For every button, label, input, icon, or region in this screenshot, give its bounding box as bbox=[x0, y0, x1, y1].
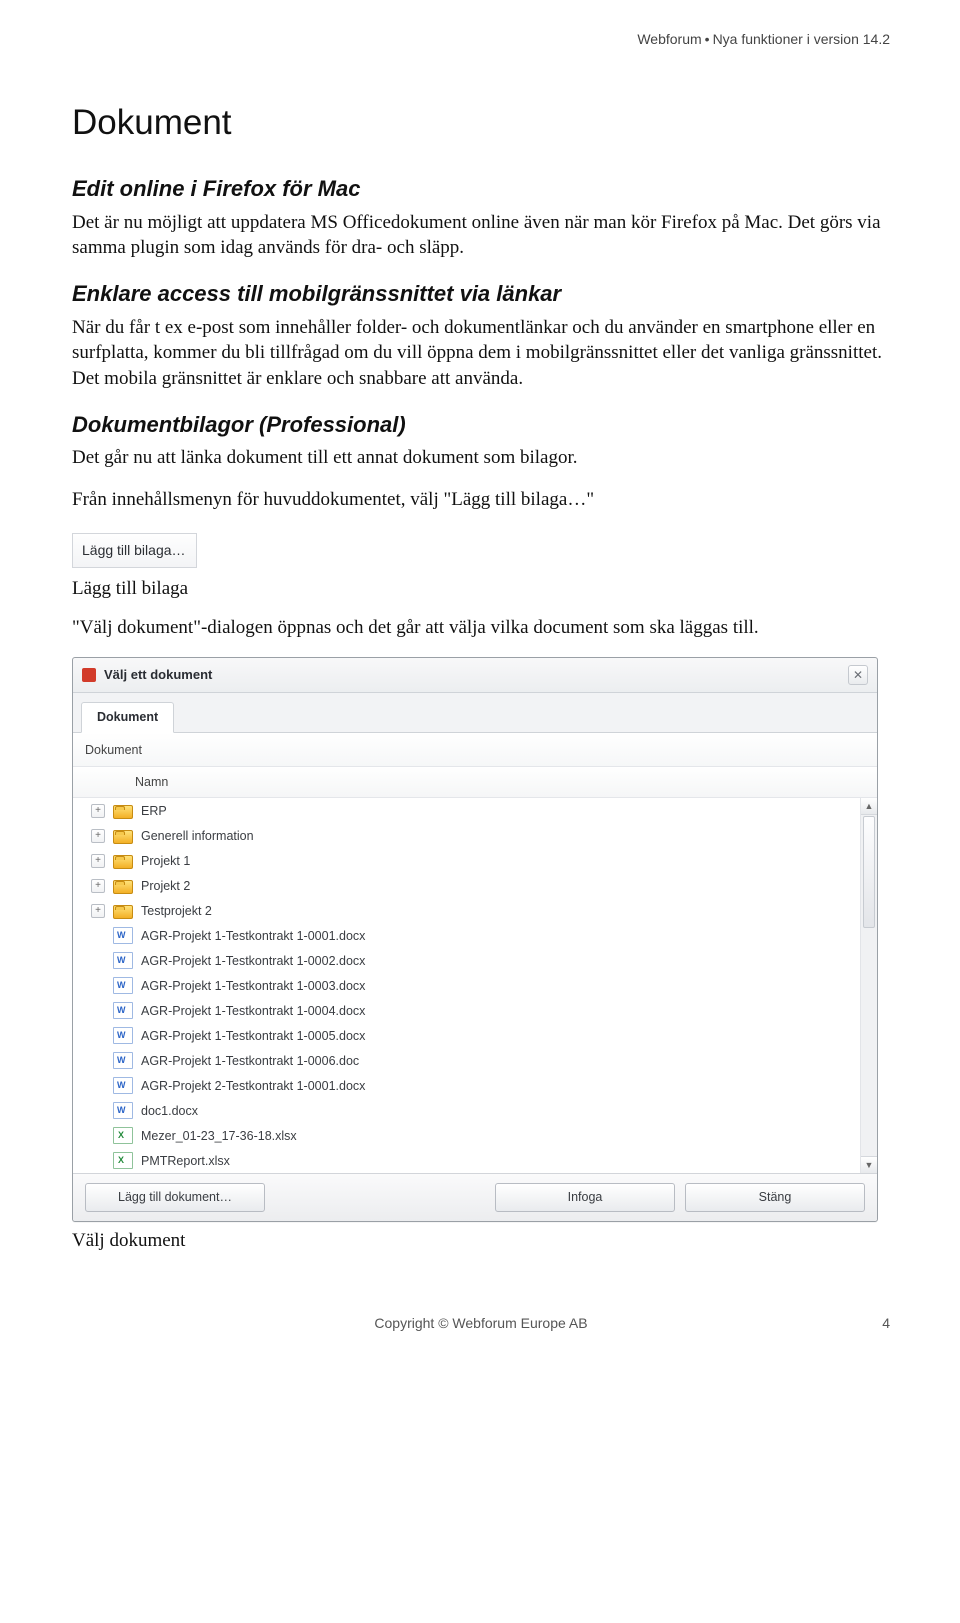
button-label: Lägg till dokument… bbox=[118, 1190, 232, 1204]
tree-file-row[interactable]: +AGR-Projekt 1-Testkontrakt 1-0003.docx bbox=[73, 973, 877, 998]
tree-folder-row[interactable]: + Generell information bbox=[73, 823, 877, 848]
word-file-icon bbox=[113, 1077, 133, 1094]
word-file-icon bbox=[113, 952, 133, 969]
section-label: Dokument bbox=[73, 733, 877, 767]
dialog-title: Välj ett dokument bbox=[104, 666, 848, 684]
button-label: Stäng bbox=[759, 1190, 792, 1204]
menu-item-add-attachment[interactable]: Lägg till bilaga… bbox=[72, 533, 197, 568]
row-label: Projekt 1 bbox=[141, 853, 190, 870]
expand-icon[interactable]: + bbox=[91, 829, 105, 843]
tree-folder-row[interactable]: + Projekt 2 bbox=[73, 873, 877, 898]
word-file-icon bbox=[113, 977, 133, 994]
header-product: Webforum bbox=[637, 31, 701, 47]
running-header: Webforum•Nya funktioner i version 14.2 bbox=[72, 30, 890, 49]
row-label: AGR-Projekt 1-Testkontrakt 1-0003.docx bbox=[141, 978, 365, 995]
excel-file-icon bbox=[113, 1152, 133, 1169]
row-label: Generell information bbox=[141, 828, 254, 845]
row-label: AGR-Projekt 2-Testkontrakt 1-0001.docx bbox=[141, 1078, 365, 1095]
word-file-icon bbox=[113, 1052, 133, 1069]
word-file-icon bbox=[113, 1002, 133, 1019]
tree-file-row[interactable]: +AGR-Projekt 1-Testkontrakt 1-0005.docx bbox=[73, 1023, 877, 1048]
tree-file-row[interactable]: +AGR-Projekt 1-Testkontrakt 1-0004.docx bbox=[73, 998, 877, 1023]
section-title-1: Edit online i Firefox för Mac bbox=[72, 174, 890, 204]
tab-document[interactable]: Dokument bbox=[81, 702, 174, 733]
add-document-button[interactable]: Lägg till dokument… bbox=[85, 1183, 265, 1212]
column-header-row: Namn bbox=[73, 767, 877, 799]
scroll-down-icon[interactable]: ▼ bbox=[861, 1156, 877, 1173]
row-label: Testprojekt 2 bbox=[141, 903, 212, 920]
section-2-body: När du får t ex e-post som innehåller fo… bbox=[72, 315, 890, 392]
word-file-icon bbox=[113, 1102, 133, 1119]
tree-folder-row[interactable]: + ERP bbox=[73, 798, 877, 823]
tree-file-row[interactable]: +AGR-Projekt 1-Testkontrakt 1-0006.doc bbox=[73, 1048, 877, 1073]
row-label: AGR-Projekt 1-Testkontrakt 1-0001.docx bbox=[141, 928, 365, 945]
expand-icon[interactable]: + bbox=[91, 854, 105, 868]
row-label: doc1.docx bbox=[141, 1103, 198, 1120]
row-label: Projekt 2 bbox=[141, 878, 190, 895]
tree-folder-row[interactable]: + Projekt 1 bbox=[73, 848, 877, 873]
dialog-tabstrip: Dokument bbox=[73, 693, 877, 733]
folder-icon bbox=[113, 830, 133, 844]
row-label: AGR-Projekt 1-Testkontrakt 1-0005.docx bbox=[141, 1028, 365, 1045]
close-icon[interactable]: ✕ bbox=[848, 665, 868, 685]
figure-caption-1: Lägg till bilaga bbox=[72, 576, 890, 602]
page-title: Dokument bbox=[72, 99, 890, 146]
section-title-2: Enklare access till mobilgränssnittet vi… bbox=[72, 279, 890, 309]
folder-icon bbox=[113, 880, 133, 894]
tree-file-row[interactable]: +AGR-Projekt 1-Testkontrakt 1-0001.docx bbox=[73, 923, 877, 948]
footer-page-number: 4 bbox=[866, 1314, 890, 1333]
column-name: Namn bbox=[91, 774, 168, 791]
scrollbar[interactable]: ▲ ▼ bbox=[860, 798, 877, 1173]
folder-icon bbox=[113, 855, 133, 869]
tree-file-row[interactable]: +Mezer_01-23_17-36-18.xlsx bbox=[73, 1123, 877, 1148]
button-label: Infoga bbox=[568, 1190, 603, 1204]
folder-icon bbox=[113, 805, 133, 819]
row-label: PMTReport.xlsx bbox=[141, 1153, 230, 1170]
section-title-3: Dokumentbilagor (Professional) bbox=[72, 410, 890, 440]
page-footer: Copyright © Webforum Europe AB 4 bbox=[72, 1314, 890, 1333]
figure-caption-2: Välj dokument bbox=[72, 1228, 890, 1254]
menu-item-label: Lägg till bilaga… bbox=[82, 542, 186, 558]
expand-icon[interactable]: + bbox=[91, 904, 105, 918]
row-label: ERP bbox=[141, 803, 167, 820]
section-3-body-3: "Välj dokument"-dialogen öppnas och det … bbox=[72, 615, 890, 641]
folder-icon bbox=[113, 905, 133, 919]
insert-button[interactable]: Infoga bbox=[495, 1183, 675, 1212]
excel-file-icon bbox=[113, 1127, 133, 1144]
row-label: AGR-Projekt 1-Testkontrakt 1-0004.docx bbox=[141, 1003, 365, 1020]
document-tree: + ERP + Generell information + Projekt 1 + Proj… bbox=[73, 798, 877, 1173]
close-button[interactable]: Stäng bbox=[685, 1183, 865, 1212]
row-label: Mezer_01-23_17-36-18.xlsx bbox=[141, 1128, 297, 1145]
expand-icon[interactable]: + bbox=[91, 879, 105, 893]
tree-folder-row[interactable]: + Testprojekt 2 bbox=[73, 898, 877, 923]
expand-icon[interactable]: + bbox=[91, 804, 105, 818]
section-3-body-1: Det går nu att länka dokument till ett a… bbox=[72, 445, 890, 471]
word-file-icon bbox=[113, 927, 133, 944]
row-label: AGR-Projekt 1-Testkontrakt 1-0006.doc bbox=[141, 1053, 359, 1070]
app-icon bbox=[82, 668, 96, 682]
tree-file-row[interactable]: +PMTReport.xlsx bbox=[73, 1148, 877, 1173]
word-file-icon bbox=[113, 1027, 133, 1044]
tab-label: Dokument bbox=[97, 710, 158, 724]
dialog-choose-document: Välj ett dokument ✕ Dokument Dokument Na… bbox=[72, 657, 878, 1223]
tree-file-row[interactable]: +doc1.docx bbox=[73, 1098, 877, 1123]
dialog-footer: Lägg till dokument… Infoga Stäng bbox=[73, 1174, 877, 1221]
scroll-up-icon[interactable]: ▲ bbox=[861, 798, 877, 815]
row-label: AGR-Projekt 1-Testkontrakt 1-0002.docx bbox=[141, 953, 365, 970]
footer-copyright: Copyright © Webforum Europe AB bbox=[96, 1314, 866, 1333]
dialog-titlebar: Välj ett dokument ✕ bbox=[73, 658, 877, 693]
scroll-thumb[interactable] bbox=[863, 816, 875, 928]
section-1-body: Det är nu möjligt att uppdatera MS Offic… bbox=[72, 210, 890, 261]
section-3-body-2: Från innehållsmenyn för huvuddokumentet,… bbox=[72, 487, 890, 513]
tree-file-row[interactable]: +AGR-Projekt 2-Testkontrakt 1-0001.docx bbox=[73, 1073, 877, 1098]
header-tagline: Nya funktioner i version 14.2 bbox=[713, 31, 890, 47]
tree-file-row[interactable]: +AGR-Projekt 1-Testkontrakt 1-0002.docx bbox=[73, 948, 877, 973]
